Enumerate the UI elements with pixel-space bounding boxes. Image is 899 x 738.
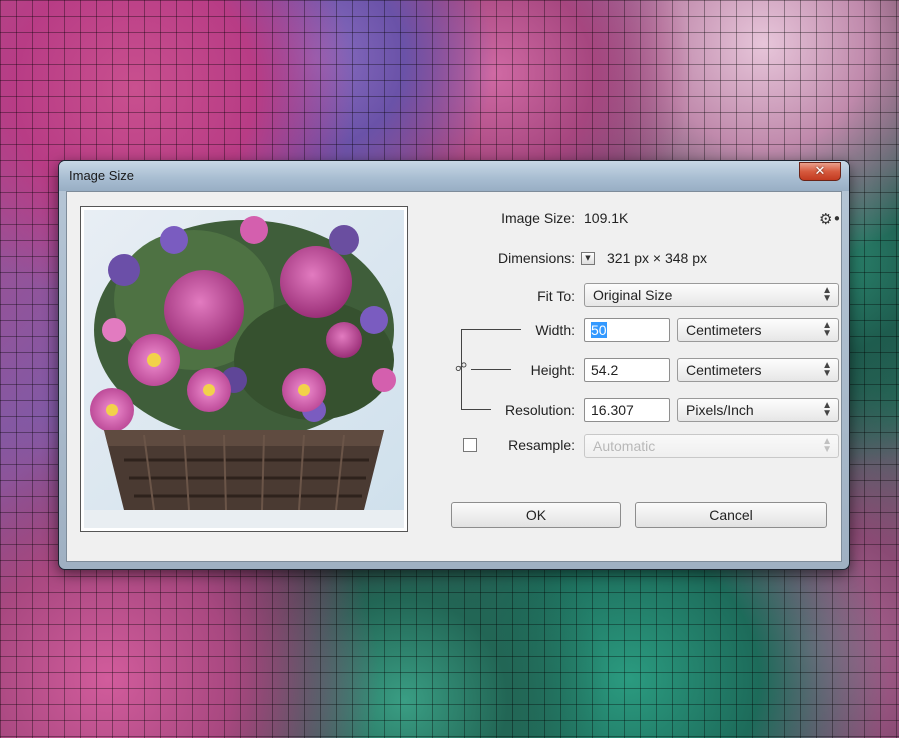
- height-unit-select[interactable]: Centimeters ▲ ▼: [677, 358, 839, 382]
- fit-to-label: Fit To:: [537, 288, 575, 304]
- resolution-unit-select[interactable]: Pixels/Inch ▲ ▼: [677, 398, 839, 422]
- fit-to-value: Original Size: [593, 287, 673, 303]
- ok-button[interactable]: OK: [451, 502, 621, 528]
- height-value: 54.2: [591, 362, 619, 378]
- dropdown-arrows-icon: ▲ ▼: [822, 400, 832, 419]
- dimensions-unit-dropdown[interactable]: ▼: [581, 252, 595, 265]
- gear-icon[interactable]: ⚙•: [819, 210, 841, 228]
- dimensions-label: Dimensions:: [497, 250, 575, 266]
- window-title: Image Size: [69, 168, 135, 183]
- height-input[interactable]: 54.2: [584, 358, 670, 382]
- resolution-label: Resolution:: [504, 402, 575, 418]
- image-size-label: Image Size:: [501, 210, 575, 226]
- resolution-value: 16.307: [591, 402, 634, 418]
- resolution-unit-value: Pixels/Inch: [686, 402, 754, 418]
- width-value: 50: [591, 322, 607, 338]
- width-input[interactable]: 50: [584, 318, 670, 342]
- cancel-button[interactable]: Cancel: [635, 502, 827, 528]
- width-unit-select[interactable]: Centimeters ▲ ▼: [677, 318, 839, 342]
- image-size-dialog: Image Size ✕ Image Size: 109.1K ⚙• Dimen…: [58, 160, 850, 570]
- dropdown-arrows-icon: ▲ ▼: [822, 436, 832, 455]
- dialog-content: Image Size: 109.1K ⚙• Dimensions: ▼ 321 …: [66, 191, 842, 562]
- flower-basket-preview-image: [84, 210, 404, 528]
- close-button[interactable]: ✕: [799, 162, 841, 181]
- size-settings-panel: Image Size: 109.1K ⚙• Dimensions: ▼ 321 …: [427, 192, 841, 561]
- dropdown-arrows-icon: ▲ ▼: [822, 360, 832, 379]
- resample-method-select: Automatic ▲ ▼: [584, 434, 839, 458]
- width-label: Width:: [535, 322, 575, 338]
- dropdown-arrows-icon: ▲ ▼: [822, 320, 832, 339]
- close-icon: ✕: [814, 164, 826, 179]
- resample-method-value: Automatic: [593, 438, 656, 454]
- dimensions-value: 321 px × 348 px: [607, 250, 708, 266]
- height-unit-value: Centimeters: [686, 362, 762, 378]
- height-label: Height:: [530, 362, 575, 378]
- title-bar[interactable]: Image Size ✕: [59, 161, 849, 191]
- resample-label: Resample:: [508, 437, 575, 453]
- image-preview[interactable]: [80, 206, 408, 532]
- image-size-value: 109.1K: [584, 210, 629, 226]
- dropdown-arrows-icon: ▲ ▼: [822, 285, 832, 304]
- fit-to-select[interactable]: Original Size ▲ ▼: [584, 283, 839, 307]
- chain-link-icon[interactable]: ☍: [455, 360, 467, 374]
- width-unit-value: Centimeters: [686, 322, 762, 338]
- resolution-input[interactable]: 16.307: [584, 398, 670, 422]
